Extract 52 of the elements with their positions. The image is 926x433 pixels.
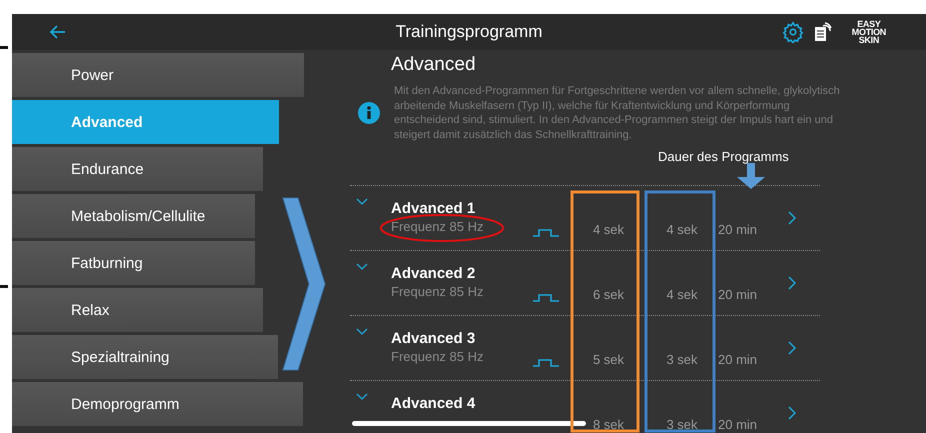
chevron-right-icon xyxy=(788,341,796,355)
sidebar-item[interactable]: Demoprogramm xyxy=(12,382,303,426)
pulse-icon xyxy=(533,359,559,367)
info-icon xyxy=(358,102,380,124)
brand-logo: EASY MOTION SKIN xyxy=(852,20,886,44)
sidebar-item[interactable]: Metabolism/Cellulite xyxy=(12,194,255,238)
time-value: 8 sek xyxy=(592,416,624,432)
sidebar-item[interactable]: Endurance xyxy=(12,147,263,191)
duration-value: 20 min xyxy=(718,352,758,366)
section-title: Advanced xyxy=(391,54,477,76)
time-value: 3 sek xyxy=(666,416,698,432)
chevron-down-icon xyxy=(356,393,368,400)
frequency-text: Frequenz 85 Hz xyxy=(391,284,484,299)
time-value: 4 sek xyxy=(666,222,698,236)
settings-button[interactable] xyxy=(782,21,804,43)
time-value: 5 sek xyxy=(592,352,624,366)
program-name: Advanced 4 xyxy=(391,395,476,412)
frequency-text: Frequenz 85 Hz xyxy=(391,349,484,364)
time-value: 4 sek xyxy=(666,286,698,302)
device-button[interactable] xyxy=(814,22,832,42)
description-text: Mit den Advanced-Programmen für Fortgeschrittene werden vor allem schnelle, glykolytisch arbeitende Muskelfasern (Typ II), welche für Kraftentwicklung und Körperformung entscheidend sind, stimuliert. In den Advanced-Programmen steigt der Impuls hart ein und steigert damit zusätzlich das Schnellkrafttraining. xyxy=(394,84,841,142)
pulse-icon xyxy=(533,294,559,302)
screen-title: Trainingsprogramm xyxy=(396,22,542,42)
time-value: 6 sek xyxy=(592,286,624,302)
sidebar-item[interactable]: Power xyxy=(12,53,304,97)
duration-value: 20 min xyxy=(718,286,758,302)
duration-value: 20 min xyxy=(718,416,758,432)
program-row[interactable]: Advanced 1 Frequenz 85 Hz 4 sek 4 sek 20 min xyxy=(350,185,820,250)
program-name: Advanced 2 xyxy=(391,265,476,282)
sidebar-item[interactable]: Fatburning xyxy=(12,241,255,285)
pulse-icon xyxy=(533,229,559,237)
sidebar-item[interactable]: Spezialtraining xyxy=(12,335,278,379)
chevron-right-icon xyxy=(788,406,796,420)
chevron-right-icon xyxy=(788,211,796,225)
annotation-label: Dauer des Programms xyxy=(658,149,789,164)
sidebar-item[interactable]: Relax xyxy=(12,288,263,332)
frequency-text: Frequenz 85 Hz xyxy=(391,219,484,234)
crop-mark xyxy=(0,46,8,49)
chevron-down-icon xyxy=(356,263,368,270)
program-name: Advanced 1 xyxy=(391,200,476,217)
crop-mark xyxy=(0,285,8,288)
duration-value: 20 min xyxy=(718,222,758,236)
program-row[interactable]: Advanced 2 Frequenz 85 Hz 6 sek 4 sek 20 min xyxy=(350,250,820,315)
chevron-down-icon xyxy=(356,198,368,205)
back-button[interactable] xyxy=(50,25,66,39)
program-name: Advanced 3 xyxy=(391,330,476,347)
program-row[interactable]: Advanced 3 Frequenz 85 Hz 5 sek 3 sek 20 min xyxy=(350,315,820,380)
down-arrow-drawing xyxy=(736,163,766,190)
time-value: 3 sek xyxy=(666,352,698,366)
time-value: 4 sek xyxy=(592,222,624,236)
chevron-down-icon xyxy=(356,328,368,335)
chevron-right-icon xyxy=(788,276,796,290)
